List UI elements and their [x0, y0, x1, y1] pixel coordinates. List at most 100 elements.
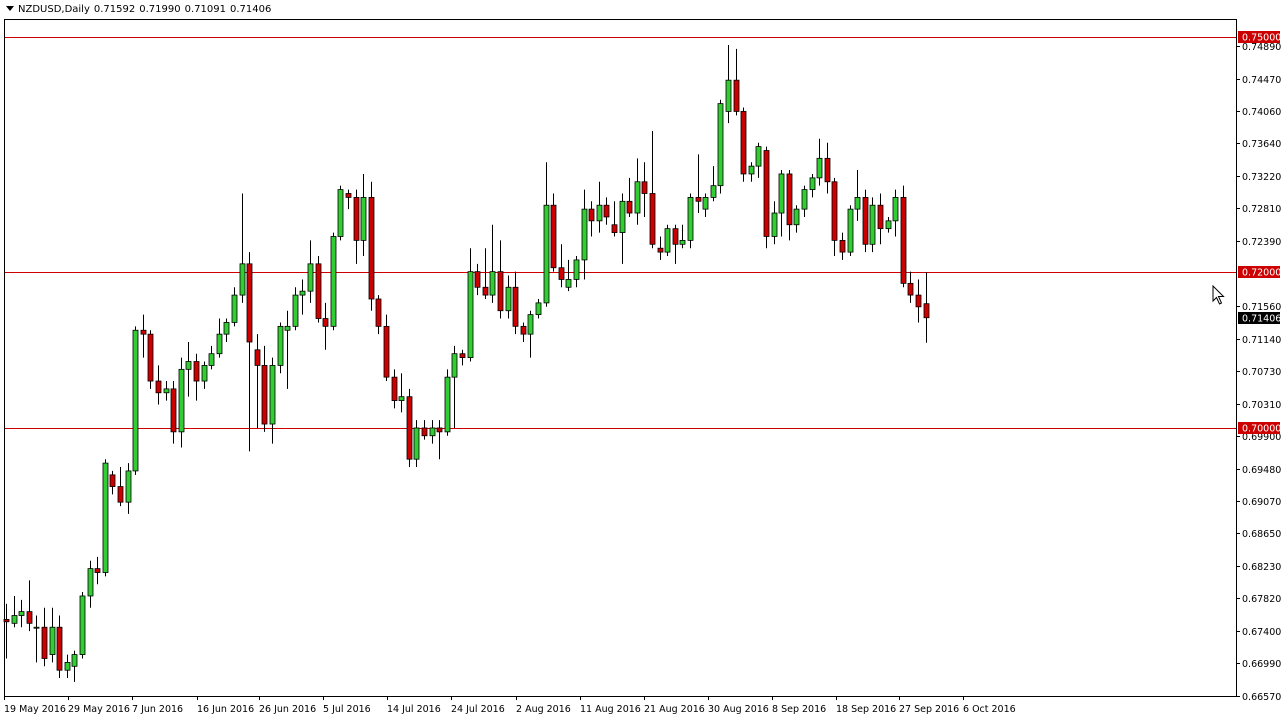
candle-body-bear	[733, 79, 740, 112]
candle	[717, 99, 724, 194]
candle-body-bear	[512, 286, 519, 327]
candle-body-bull	[816, 157, 823, 179]
candle	[786, 170, 793, 241]
candle-body-bull	[49, 626, 56, 655]
candle-body-bear	[877, 204, 884, 230]
candle	[163, 381, 170, 401]
x-tick-label: 8 Sep 2016	[772, 704, 826, 715]
candle-body-bear	[421, 427, 428, 437]
candle	[330, 232, 337, 331]
candle	[664, 224, 671, 257]
candle	[755, 142, 762, 178]
candlestick-chart[interactable]: 0.74890 0.74470 0.74060 0.73640 0.73220 0.728…	[0, 0, 1282, 721]
candle	[489, 224, 496, 303]
candle	[482, 248, 489, 299]
candle	[406, 388, 413, 468]
candle-body-bull	[505, 286, 512, 312]
candle-body-bull	[132, 329, 139, 472]
candle-body-bear	[322, 318, 329, 327]
candle-body-bear	[254, 349, 261, 366]
candle	[193, 353, 200, 401]
candle	[869, 197, 876, 253]
candle-body-bear	[261, 365, 268, 425]
candle-body-bear	[117, 486, 124, 503]
candle-body-bear	[94, 568, 101, 573]
candle	[375, 295, 382, 335]
candle	[915, 279, 922, 323]
candle-body-bear	[763, 150, 770, 237]
candle-body-bear	[520, 325, 527, 335]
candle	[64, 654, 71, 679]
candle	[87, 560, 94, 608]
candle	[26, 580, 33, 632]
candle-body-bear	[406, 396, 413, 460]
candle	[254, 334, 261, 428]
candle-body-bull	[87, 568, 94, 597]
candle	[565, 259, 572, 292]
candle-body-bear	[550, 204, 557, 269]
y-tick-label: 0.74890	[1242, 42, 1281, 53]
candle	[277, 322, 284, 374]
candle-body-bear	[140, 329, 147, 335]
candle	[603, 197, 610, 225]
candle-body-bear	[641, 181, 648, 194]
candle-body-bull	[778, 173, 785, 214]
candle-body-bear	[862, 197, 869, 245]
x-tick-label: 5 Jul 2016	[323, 704, 371, 715]
candle	[710, 166, 717, 202]
candle	[649, 130, 656, 249]
candle-body-bull	[543, 204, 550, 304]
candle	[619, 193, 626, 264]
candle	[239, 193, 246, 303]
candle	[49, 607, 56, 663]
candle-body-bull	[269, 365, 276, 425]
candle	[520, 322, 527, 342]
candle	[778, 170, 785, 237]
candle-body-bear	[193, 361, 200, 382]
candle-body-bear	[391, 376, 398, 401]
candle-body-bear	[915, 294, 922, 308]
candle	[573, 256, 580, 288]
candle-body-bear	[603, 204, 610, 218]
caret-down-icon[interactable]	[6, 6, 14, 11]
candle	[368, 181, 375, 311]
candle-body-bull	[664, 228, 671, 253]
candle-body-bull	[125, 470, 132, 503]
candle-body-bull	[277, 325, 284, 366]
candle-body-bear	[649, 193, 656, 245]
candle-body-bull	[307, 263, 314, 292]
candle-body-bull	[18, 611, 25, 616]
candle-body-bull	[102, 462, 109, 573]
x-tick-label: 7 Jun 2016	[132, 704, 183, 715]
candle	[725, 45, 732, 124]
level-price-tag: 0.75000	[1242, 33, 1281, 44]
candle-body-bull	[299, 290, 306, 296]
candle-body-bull	[451, 353, 458, 378]
candle-body-bull	[223, 322, 230, 335]
y-tick-label: 0.73220	[1242, 172, 1281, 183]
candle	[269, 357, 276, 444]
chart-root: NZDUSD,Daily 0.71592 0.71990 0.71091 0.71406…	[0, 0, 1282, 721]
candle-body-bull	[239, 263, 246, 296]
candle-body-bull	[634, 181, 641, 214]
candle	[839, 232, 846, 260]
candle-body-bull	[725, 79, 732, 112]
candle-body-bull	[429, 427, 436, 437]
candle	[596, 181, 603, 233]
candle-body-bear	[900, 197, 907, 284]
x-tick-label: 30 Aug 2016	[708, 704, 769, 715]
candle	[398, 373, 405, 413]
candle-body-bear	[459, 353, 466, 359]
candle	[793, 205, 800, 233]
candle-body-bull	[892, 197, 899, 222]
candle-body-bear	[695, 197, 702, 202]
candle-body-bear	[315, 263, 322, 319]
candle-body-bull	[71, 654, 78, 667]
candle-body-bull	[231, 294, 238, 323]
candle	[360, 173, 367, 257]
candle	[558, 244, 565, 288]
candle	[155, 365, 162, 405]
candle-body-bull	[793, 208, 800, 226]
candle	[611, 201, 618, 237]
candle-body-bull	[854, 197, 861, 210]
